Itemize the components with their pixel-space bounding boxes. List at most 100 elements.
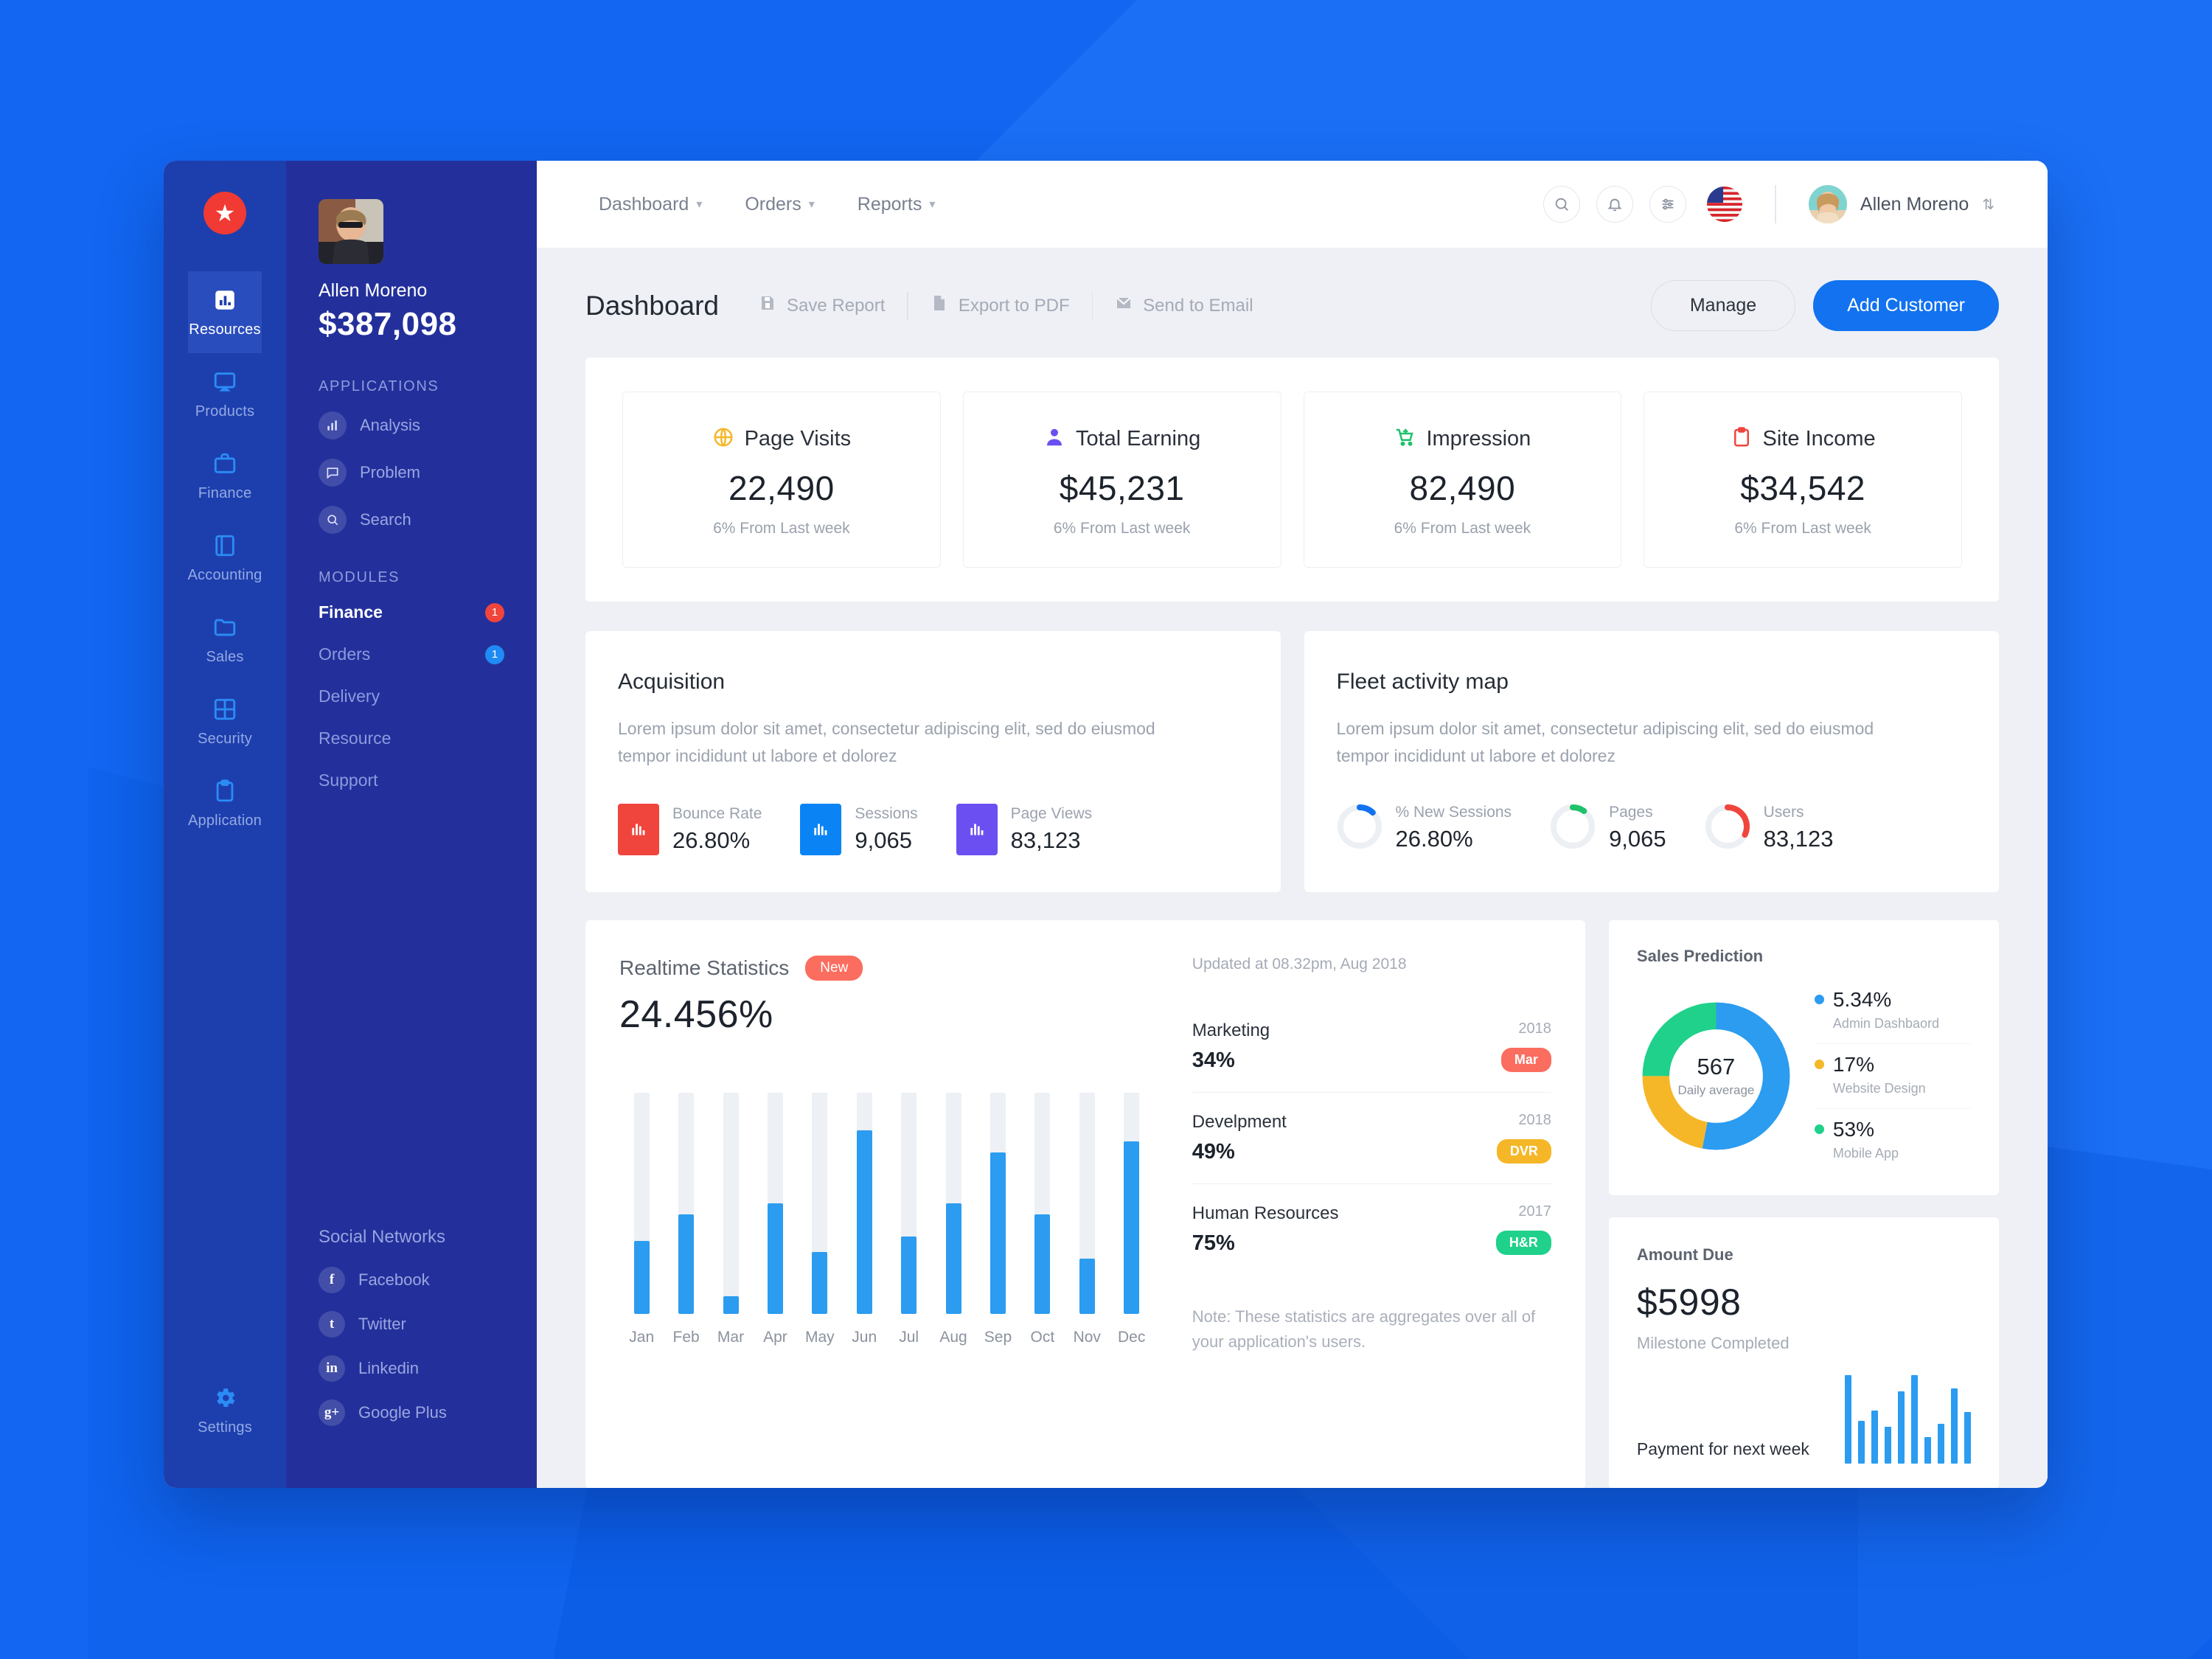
- acquisition-metrics: Bounce Rate 26.80% Sessions 9,065 Page V…: [618, 803, 1248, 855]
- bar-track: [633, 1092, 650, 1314]
- metric-value: 83,123: [1763, 826, 1834, 852]
- rail-item-label: Finance: [198, 485, 252, 501]
- star-icon[interactable]: ★: [204, 192, 246, 234]
- metric-label: Bounce Rate: [672, 804, 762, 822]
- department-tag: DVR: [1496, 1138, 1551, 1164]
- bar-column: Jan: [619, 1092, 664, 1346]
- bar-label: Mar: [717, 1328, 745, 1346]
- module-item-finance[interactable]: Finance 1: [319, 602, 504, 622]
- department-left: Marketing 34%: [1192, 1020, 1270, 1073]
- search-icon[interactable]: [1543, 186, 1581, 223]
- bell-icon[interactable]: [1596, 186, 1634, 223]
- main-area: Dashboard ▾ Orders ▾ Reports ▾ Allen Mor…: [537, 161, 2048, 1488]
- rail-item-finance[interactable]: Finance: [188, 435, 262, 517]
- realtime-title: Realtime Statistics: [619, 956, 790, 979]
- application-item-analysis[interactable]: Analysis: [319, 411, 504, 439]
- avatar: [1808, 185, 1847, 223]
- fleet-metric-users: Users 83,123: [1705, 804, 1834, 853]
- top-nav: Dashboard ▾ Orders ▾ Reports ▾: [599, 194, 935, 215]
- legend-name: Website Design: [1832, 1080, 1926, 1096]
- legend-dot-icon: [1814, 1124, 1824, 1135]
- page-header: Dashboard Save Report Export to PDF Send…: [585, 280, 1999, 331]
- application-label: Problem: [360, 463, 420, 481]
- twitter-icon: t: [319, 1311, 345, 1338]
- cart-icon: [1394, 426, 1416, 452]
- application-item-problem[interactable]: Problem: [319, 459, 504, 487]
- metric-text: Bounce Rate 26.80%: [672, 805, 762, 854]
- module-item-orders[interactable]: Orders 1: [319, 644, 504, 664]
- kpi-subtitle: 6% From Last week: [1394, 520, 1531, 537]
- department-right: 2017 H&R: [1495, 1203, 1551, 1255]
- nav-item-orders[interactable]: Orders ▾: [745, 194, 814, 215]
- gear-icon: [212, 1385, 237, 1411]
- fleet-metric---new-sessions: % New Sessions 26.80%: [1337, 804, 1512, 853]
- rail-item-security[interactable]: Security: [188, 681, 262, 762]
- bar-column: May: [798, 1092, 842, 1346]
- rail-item-application[interactable]: Application: [188, 762, 262, 844]
- legend-percent: 17%: [1832, 1052, 1874, 1076]
- clipboard-icon: [1731, 426, 1753, 452]
- social-item-twitter[interactable]: t Twitter: [319, 1311, 510, 1338]
- status-badge: New: [805, 955, 863, 981]
- module-item-resource[interactable]: Resource: [319, 728, 504, 748]
- action-save-report[interactable]: Save Report: [759, 293, 907, 318]
- manage-button[interactable]: Manage: [1650, 280, 1796, 331]
- rail-item-settings[interactable]: Settings: [164, 1369, 286, 1488]
- module-label: Resource: [319, 728, 392, 748]
- bar-column: Jul: [886, 1092, 931, 1346]
- nav-item-dashboard[interactable]: Dashboard ▾: [599, 194, 702, 215]
- metric-text: Users 83,123: [1764, 804, 1834, 852]
- kpi-card-impression: Impression 82,490 6% From Last week: [1303, 392, 1622, 568]
- module-item-delivery[interactable]: Delivery: [319, 686, 504, 706]
- rail-item-accounting[interactable]: Accounting: [188, 517, 262, 599]
- page-title: Dashboard: [585, 290, 720, 321]
- chevron-down-icon: ▾: [696, 198, 703, 211]
- amount-due-value: $5998: [1636, 1281, 1742, 1323]
- rail-item-products[interactable]: Products: [188, 353, 262, 435]
- bar-label: Oct: [1030, 1328, 1055, 1346]
- amount-due-subtitle: Milestone Completed: [1636, 1333, 1790, 1352]
- metric-text: Sessions 9,065: [855, 805, 917, 854]
- search-icon: [319, 506, 347, 534]
- add-customer-button[interactable]: Add Customer: [1813, 280, 1999, 331]
- amount-due-next: Payment for next week: [1636, 1439, 1809, 1458]
- card-title: Sales Prediction: [1636, 946, 1764, 965]
- amount-due-card: Amount Due $5998 Milestone Completed Pay…: [1608, 1217, 1999, 1488]
- legend-item: 53% Mobile App: [1814, 1109, 1971, 1173]
- rail-item-resources[interactable]: Resources: [187, 271, 262, 353]
- monthly-bar-chart: Jan Feb Mar Apr May Jun Jul Aug Sep Oct …: [619, 1092, 1154, 1346]
- user-menu[interactable]: Allen Moreno ⇅: [1808, 185, 1994, 223]
- rail-item-sales[interactable]: Sales: [188, 599, 262, 681]
- fleet-metrics: % New Sessions 26.80% Pages 9,065 Users …: [1337, 804, 1967, 853]
- module-item-support[interactable]: Support: [319, 771, 504, 790]
- chevron-updown-icon: ⇅: [1982, 196, 1994, 213]
- sparkline-bar: [1938, 1423, 1944, 1464]
- panel-description: Lorem ipsum dolor sit amet, consectetur …: [1336, 719, 1874, 765]
- social-item-facebook[interactable]: f Facebook: [319, 1267, 510, 1293]
- nav-item-reports[interactable]: Reports ▾: [858, 194, 936, 215]
- rail-item-label: Security: [198, 731, 252, 747]
- user-icon: [1043, 426, 1065, 452]
- us-flag-icon[interactable]: [1707, 187, 1743, 222]
- metric-bounce-rate: Bounce Rate 26.80%: [618, 803, 762, 855]
- sliders-icon[interactable]: [1649, 186, 1687, 223]
- metric-sessions: Sessions 9,065: [800, 803, 918, 855]
- bar-track: [1124, 1092, 1140, 1314]
- sales-prediction-donut: 567 Daily average: [1637, 997, 1795, 1155]
- sidebar-user-name: Allen Moreno: [319, 280, 428, 301]
- social-item-linkedin[interactable]: in Linkedin: [319, 1355, 510, 1382]
- social-item-google-plus[interactable]: g+ Google Plus: [319, 1399, 510, 1426]
- action-export-to-pdf[interactable]: Export to PDF: [908, 293, 1092, 318]
- realtime-statistics-card: Realtime Statistics New 24.456% Jan Feb …: [585, 919, 1585, 1488]
- realtime-right: Updated at 08.32pm, Aug 2018 Marketing 3…: [1154, 956, 1551, 1459]
- legend-percent: 5.34%: [1832, 987, 1892, 1011]
- realtime-value: 24.456%: [619, 992, 773, 1036]
- statistics-note: Note: These statistics are aggregates ov…: [1192, 1307, 1536, 1351]
- bar-label: Aug: [939, 1328, 967, 1346]
- updated-timestamp: Updated at 08.32pm, Aug 2018: [1192, 955, 1407, 973]
- social-label: Google Plus: [358, 1403, 447, 1422]
- application-item-search[interactable]: Search: [319, 506, 504, 534]
- fleet-activity-panel: Fleet activity map Lorem ipsum dolor sit…: [1304, 631, 1999, 892]
- bar-column: Nov: [1065, 1092, 1109, 1346]
- action-send-to-email[interactable]: Send to Email: [1093, 293, 1275, 318]
